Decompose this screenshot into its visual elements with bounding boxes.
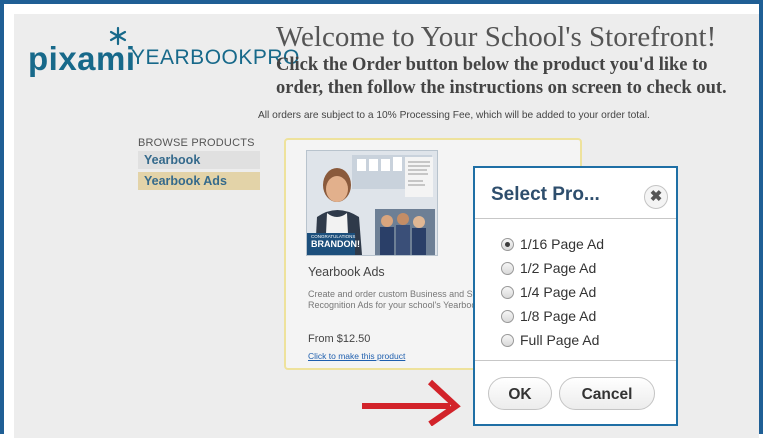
welcome-header: Welcome to Your School's Storefront! Cli…	[276, 22, 752, 100]
product-image[interactable]: CONGRATULATIONS BRANDON!	[306, 150, 438, 256]
ad-size-options: 1/16 Page Ad 1/2 Page Ad 1/4 Page Ad 1/8…	[501, 232, 604, 352]
logo-product-name: YEARBOOKPRO	[131, 46, 300, 69]
option-1-8-page-ad[interactable]: 1/8 Page Ad	[501, 304, 604, 328]
dialog-header: Select Pro... ✖	[475, 168, 676, 219]
dialog-divider	[475, 360, 676, 361]
select-product-dialog: Select Pro... ✖ 1/16 Page Ad 1/2 Page Ad…	[473, 166, 678, 426]
sidebar-item-yearbook-ads[interactable]: Yearbook Ads	[138, 172, 260, 190]
make-product-link[interactable]: Click to make this product	[308, 351, 405, 361]
option-label: 1/16 Page Ad	[520, 236, 605, 252]
radio-button[interactable]	[501, 285, 514, 299]
order-instructions: Click the Order button below the product…	[276, 55, 727, 98]
radio-button[interactable]	[501, 261, 514, 275]
option-label: Full Page Ad	[520, 332, 600, 348]
option-label: 1/4 Page Ad	[520, 284, 597, 300]
radio-button[interactable]	[501, 309, 514, 323]
radio-button[interactable]	[501, 237, 514, 251]
option-1-16-page-ad[interactable]: 1/16 Page Ad	[501, 232, 604, 256]
browse-products-sidebar: BROWSE PRODUCTS Yearbook Yearbook Ads	[138, 137, 260, 193]
option-label: 1/2 Page Ad	[520, 260, 597, 276]
sidebar-item-yearbook[interactable]: Yearbook	[138, 151, 260, 169]
processing-fee-note: All orders are subject to a 10% Processi…	[258, 110, 650, 121]
product-price: From $12.50	[308, 333, 371, 345]
page-title: Welcome to Your School's Storefront!	[276, 21, 717, 53]
option-label: 1/8 Page Ad	[520, 308, 597, 324]
image-caption-name: BRANDON!	[311, 239, 360, 249]
cancel-button[interactable]: Cancel	[559, 377, 655, 410]
radio-button[interactable]	[501, 333, 514, 347]
product-title: Yearbook Ads	[308, 265, 385, 279]
dialog-title: Select Pro...	[491, 184, 600, 205]
image-caption: CONGRATULATIONS BRANDON!	[311, 234, 360, 249]
option-1-4-page-ad[interactable]: 1/4 Page Ad	[501, 280, 604, 304]
option-1-2-page-ad[interactable]: 1/2 Page Ad	[501, 256, 604, 280]
asterisk-icon	[109, 26, 127, 46]
ok-button[interactable]: OK	[488, 377, 552, 410]
red-arrow-icon	[362, 379, 461, 426]
option-full-page-ad[interactable]: Full Page Ad	[501, 328, 604, 352]
close-icon[interactable]: ✖	[644, 185, 668, 209]
browse-products-title: BROWSE PRODUCTS	[138, 137, 255, 149]
